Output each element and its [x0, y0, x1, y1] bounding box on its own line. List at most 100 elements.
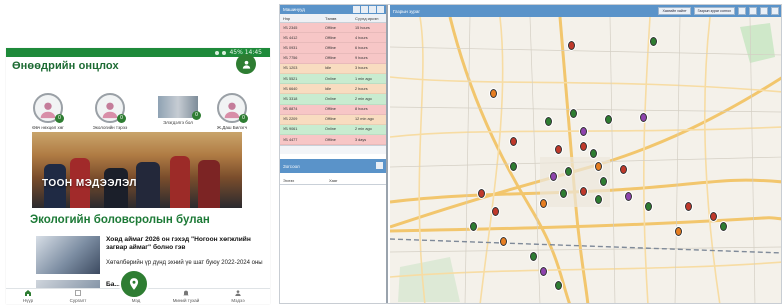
table-cell: Offline [325, 25, 336, 30]
vehicle-marker-icon[interactable] [710, 212, 717, 221]
table-row[interactable]: УБ 3318 Online 2 min ago [280, 94, 386, 105]
vehicle-marker-icon[interactable] [675, 227, 682, 236]
vehicle-marker-icon[interactable] [510, 162, 517, 171]
vehicle-marker-icon[interactable] [640, 113, 647, 122]
settings-icon[interactable] [369, 6, 376, 13]
table-cell: Offline [325, 56, 336, 61]
table-cell: УБ 1203 [283, 66, 298, 71]
vehicle-marker-icon[interactable] [550, 172, 557, 181]
city-map[interactable] [389, 16, 781, 303]
user-icon [242, 60, 250, 69]
nav-map-button[interactable] [119, 269, 149, 299]
zoom-in-icon[interactable] [738, 7, 746, 15]
table-row[interactable]: УБ 4412 Offline 4 hours [280, 33, 386, 44]
avatar-item[interactable]: 0 Элэгдэлгэ бол [154, 93, 202, 125]
vehicles-panel: Машинууд Нэр Төлөв Сүүлд ирсэн УБ 2345 Of… [280, 5, 388, 303]
nav-label: Нүүр [22, 298, 34, 303]
table-cell: Offline [325, 137, 336, 142]
vehicle-marker-icon[interactable] [605, 115, 612, 124]
vehicle-marker-icon[interactable] [568, 41, 575, 50]
vehicle-marker-icon[interactable] [565, 167, 572, 176]
table-row[interactable]: УБ 1203 Idle 3 hours [280, 63, 386, 74]
vehicle-marker-icon[interactable] [555, 281, 562, 290]
vehicle-marker-icon[interactable] [645, 202, 652, 211]
refresh-icon[interactable] [361, 6, 368, 13]
table-pager[interactable] [280, 145, 386, 155]
vehicle-marker-icon[interactable] [555, 145, 562, 154]
vehicle-marker-icon[interactable] [490, 89, 497, 98]
table-row[interactable]: УБ 7756 Offline 9 hours [280, 53, 386, 64]
column-header[interactable]: Эхлэх [280, 178, 326, 183]
vehicle-marker-icon[interactable] [530, 252, 537, 261]
vehicle-marker-icon[interactable] [470, 222, 477, 231]
vehicle-marker-icon[interactable] [685, 202, 692, 211]
table-row[interactable]: УБ 6640 Idle 2 hours [280, 84, 386, 95]
close-icon[interactable] [376, 162, 383, 169]
table-row[interactable]: УБ 5521 Online 1 min ago [280, 73, 386, 85]
avatar-item[interactable]: 0 Ж.Даш Билэгч [208, 93, 256, 130]
vehicle-marker-icon[interactable] [570, 109, 577, 118]
table-row[interactable]: УБ 8874 Offline 8 hours [280, 104, 386, 115]
vehicle-marker-icon[interactable] [620, 165, 627, 174]
table-row[interactable]: УБ 0931 Offline 6 hours [280, 43, 386, 54]
vehicle-marker-icon[interactable] [650, 37, 657, 46]
news-item[interactable]: Ховд аймаг 2026 он гэхэд "Ногоон хөгжлий… [36, 234, 268, 278]
table-cell: Offline [325, 35, 336, 40]
profile-button[interactable] [236, 54, 256, 74]
vehicle-marker-icon[interactable] [510, 137, 517, 146]
vehicle-marker-icon[interactable] [595, 195, 602, 204]
table-row[interactable]: УБ 2345 Offline 15 hours [280, 23, 386, 34]
screenshot-canvas: 45% 14:45 Өнөөдрийн онцлох 0 Өвч нөхцөл … [0, 0, 782, 307]
vehicle-marker-icon[interactable] [580, 187, 587, 196]
map-panel: Газрын зураг Хаягийн хайлт Газрын зураг … [389, 5, 781, 303]
table-cell: Idle [325, 66, 332, 71]
vehicle-marker-icon[interactable] [580, 127, 587, 136]
vehicle-marker-icon[interactable] [540, 267, 547, 276]
table-row[interactable]: УБ 9061 Online 2 min ago [280, 124, 386, 136]
menu-icon[interactable] [377, 6, 384, 13]
vehicle-marker-icon[interactable] [478, 189, 485, 198]
filter-icon[interactable] [353, 6, 360, 13]
vehicle-marker-icon[interactable] [560, 189, 567, 198]
vehicle-marker-icon[interactable] [625, 192, 632, 201]
column-header[interactable]: Нэр [280, 16, 322, 21]
eco-section-title: Экологийн боловсролын булан [30, 214, 210, 226]
nav-about[interactable]: Миний тухай [166, 289, 206, 303]
avatar-name: Экологийн тэрээ [92, 125, 128, 130]
vehicle-marker-icon[interactable] [590, 149, 597, 158]
table-cell: 9 hours [355, 56, 368, 61]
nav-training[interactable]: Сургалт [58, 289, 98, 303]
nav-map[interactable]: Мэд [116, 298, 156, 303]
vehicle-marker-icon[interactable] [600, 177, 607, 186]
table-row[interactable]: УБ 4477 Offline 3 days [280, 135, 386, 146]
nav-home[interactable]: Нүүр [8, 289, 48, 303]
layers-icon[interactable] [760, 7, 768, 15]
table-row[interactable]: УБ 2209 Offline 12 min ago [280, 114, 386, 125]
vehicle-marker-icon[interactable] [492, 207, 499, 216]
fullscreen-icon[interactable] [771, 7, 779, 15]
nav-news[interactable]: Мэдээ [218, 289, 258, 303]
vehicle-marker-icon[interactable] [720, 222, 727, 231]
zoom-out-icon[interactable] [749, 7, 757, 15]
vehicle-marker-icon[interactable] [545, 117, 552, 126]
news-banner[interactable]: ТООН МЭДЭЭЛЭЛ [32, 132, 242, 208]
vehicle-marker-icon[interactable] [540, 199, 547, 208]
vehicle-marker-icon[interactable] [500, 237, 507, 246]
wifi-icon [215, 50, 220, 55]
column-header[interactable]: Сүүлд ирсэн [352, 16, 386, 21]
table-cell: Offline [325, 45, 336, 50]
map-select-button[interactable]: Газрын зураг сонгох [693, 7, 735, 15]
nav-label: Сургалт [69, 298, 87, 303]
vehicle-marker-icon[interactable] [595, 162, 602, 171]
avatar-item[interactable]: 0 Экологийн тэрээ [86, 93, 134, 130]
column-header[interactable]: Хаяг [326, 178, 376, 183]
map-roads [389, 16, 781, 303]
news-headline: Ховд аймаг 2026 он гэхэд "Ногоон хөгжлий… [106, 236, 251, 251]
avatar-item[interactable]: 0 Өвч нөхцөл хөг [24, 93, 72, 130]
vehicles-header: Машинууд [280, 5, 386, 14]
stops-table-header: Эхлэх Хаяг [280, 176, 386, 185]
count-badge: 0 [239, 114, 248, 123]
address-search-button[interactable]: Хаягийн хайлт [658, 7, 691, 15]
column-header[interactable]: Төлөв [322, 16, 352, 21]
vehicle-marker-icon[interactable] [580, 142, 587, 151]
